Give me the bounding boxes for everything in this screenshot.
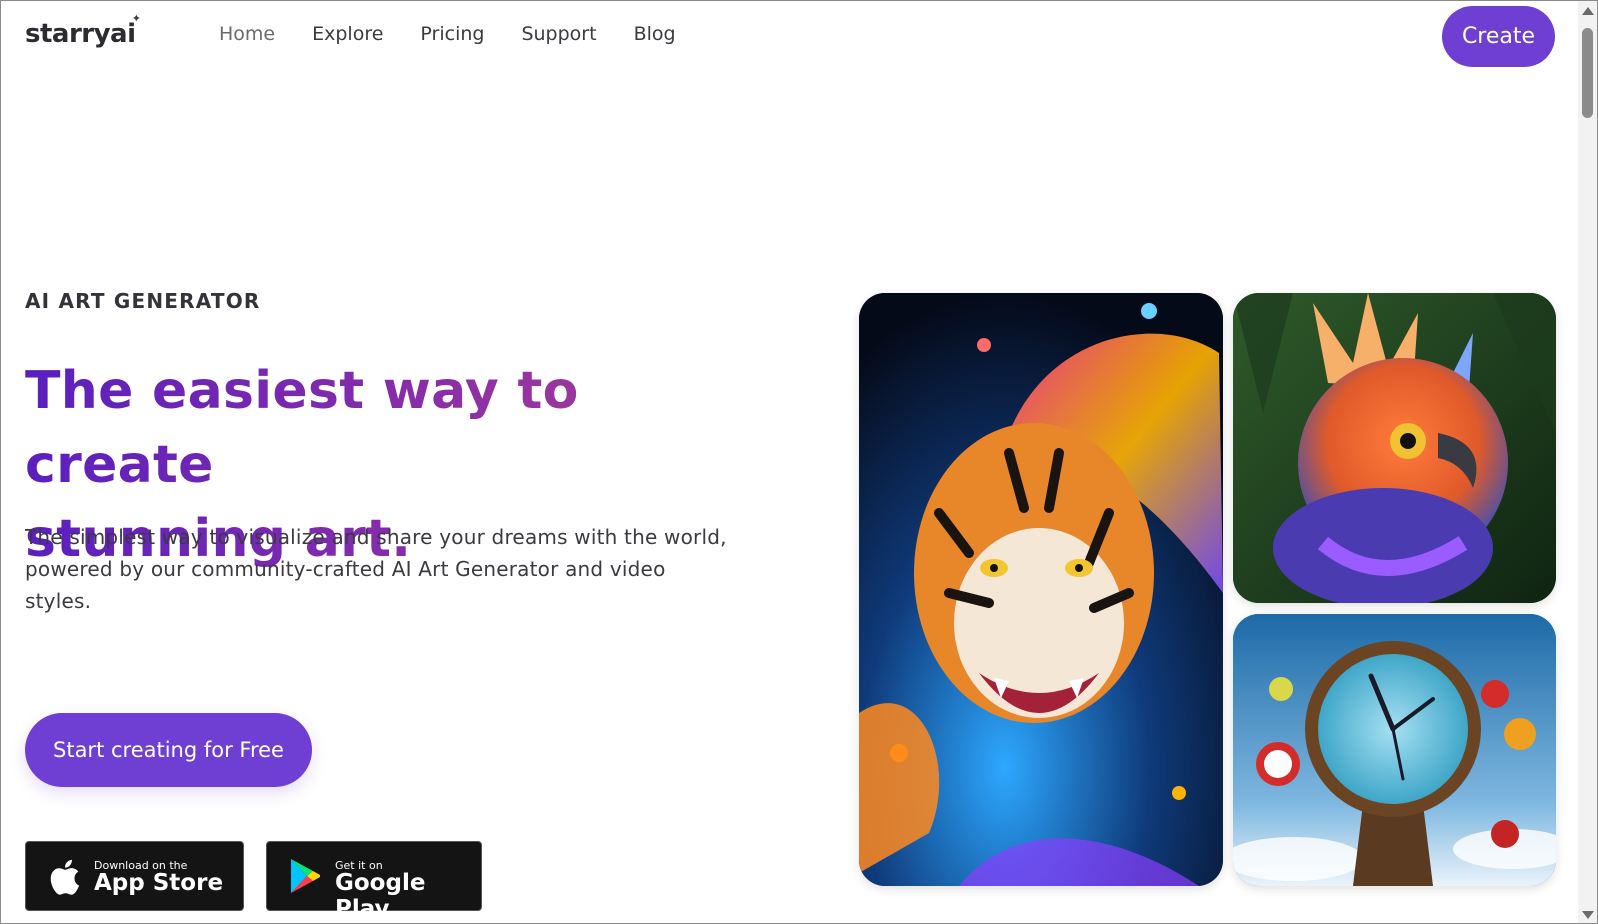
logo-text: starryai bbox=[25, 19, 136, 49]
tiger-artwork[interactable] bbox=[859, 293, 1223, 886]
nav-explore[interactable]: Explore bbox=[312, 23, 383, 45]
start-creating-button[interactable]: Start creating for Free bbox=[25, 713, 312, 787]
headline-line-1: The easiest way to create bbox=[25, 361, 579, 495]
browser-window: starryai ✦ Home Explore Pricing Support … bbox=[0, 0, 1598, 924]
scroll-up-icon[interactable] bbox=[1582, 7, 1594, 15]
hero-subtext: The simplest way to visualize and share … bbox=[25, 525, 727, 613]
app-store-label: App Store bbox=[94, 870, 224, 896]
main-nav: Home Explore Pricing Support Blog bbox=[219, 23, 713, 45]
sparkle-icon: ✦ bbox=[131, 12, 141, 25]
nav-blog[interactable]: Blog bbox=[634, 23, 676, 45]
scrollbar-thumb[interactable] bbox=[1582, 28, 1593, 118]
page-scrollbar[interactable] bbox=[1578, 1, 1597, 923]
hero-eyebrow: AI ART GENERATOR bbox=[25, 289, 261, 313]
google-play-badge[interactable]: Get it on Google Play bbox=[266, 841, 482, 922]
app-store-badge[interactable]: Download on the App Store bbox=[25, 841, 244, 911]
google-play-label: Google Play bbox=[335, 870, 426, 922]
nav-pricing[interactable]: Pricing bbox=[420, 23, 484, 45]
apple-icon bbox=[48, 858, 80, 900]
nav-support[interactable]: Support bbox=[521, 23, 596, 45]
create-button[interactable]: Create bbox=[1442, 6, 1555, 67]
nav-home[interactable]: Home bbox=[219, 23, 275, 45]
clock-artwork[interactable] bbox=[1233, 614, 1556, 886]
scroll-down-icon[interactable] bbox=[1582, 911, 1594, 919]
google-play-icon bbox=[289, 858, 321, 898]
logo[interactable]: starryai ✦ bbox=[25, 12, 141, 49]
bird-artwork[interactable] bbox=[1233, 293, 1556, 603]
